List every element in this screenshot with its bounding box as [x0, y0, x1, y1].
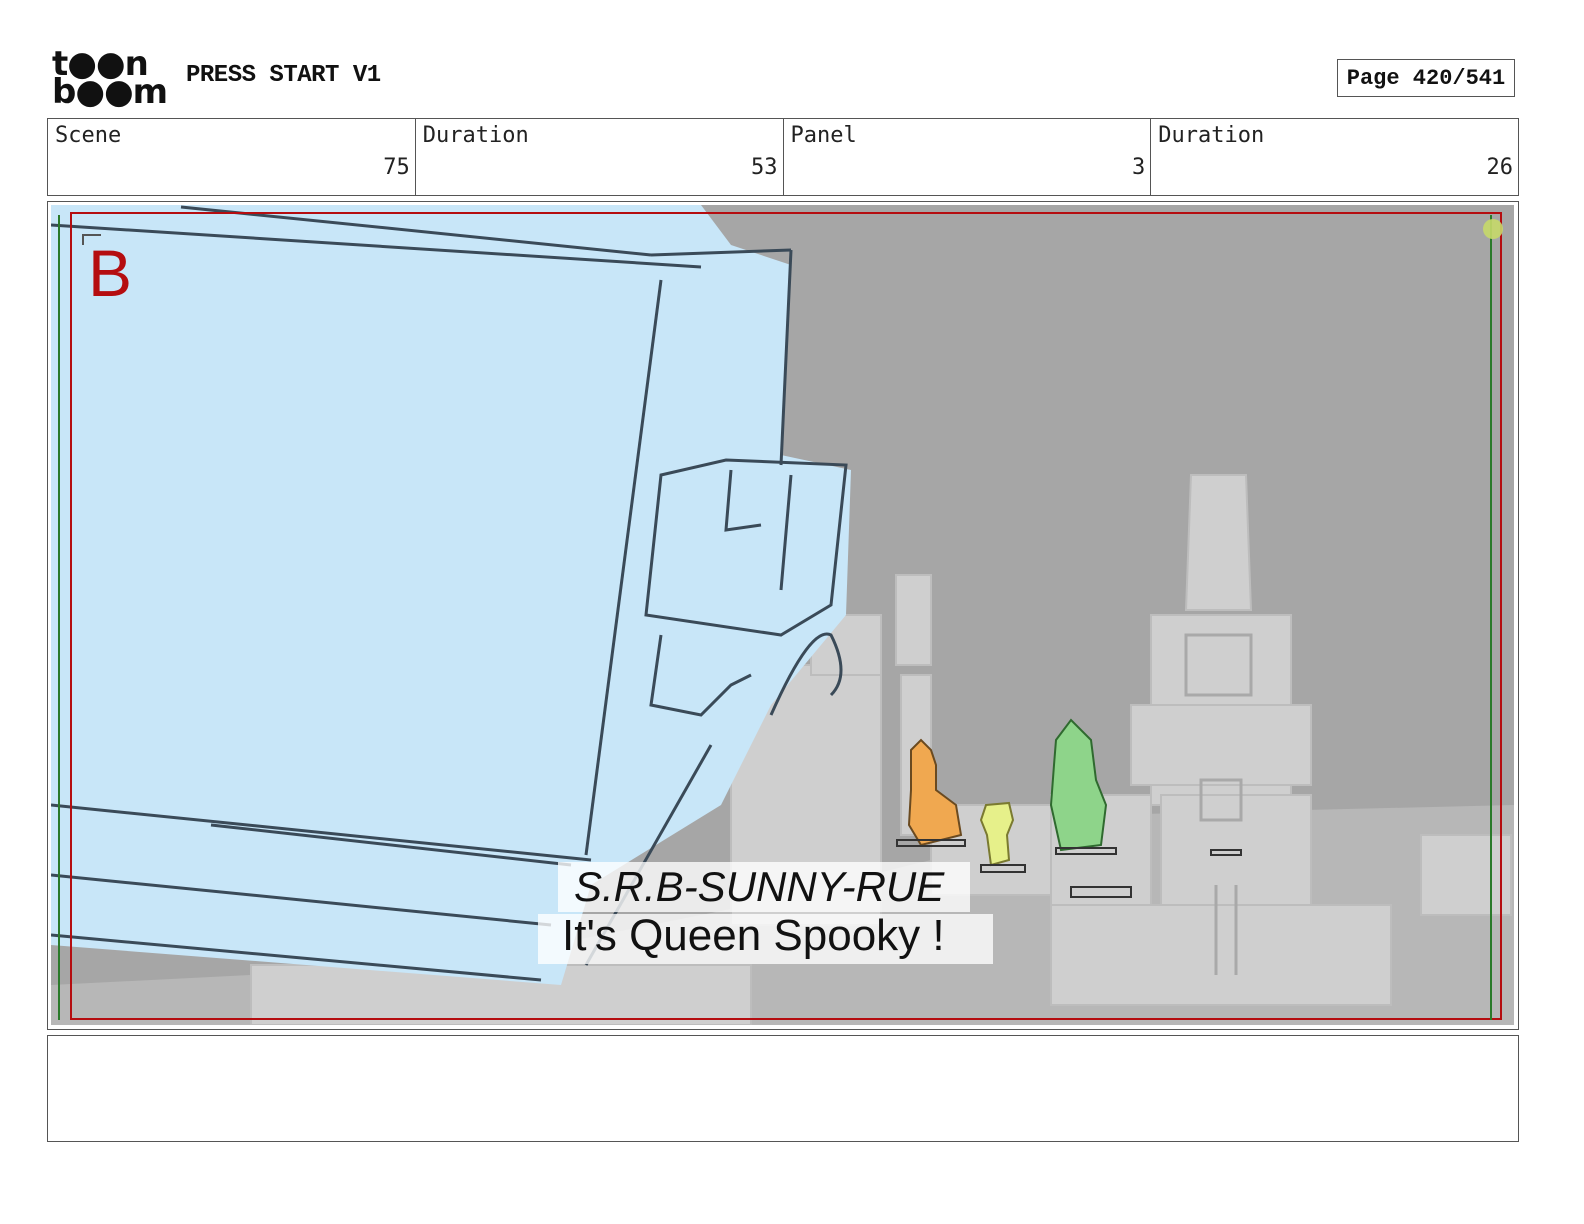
- project-title: PRESS START V1: [186, 62, 381, 89]
- scene-duration-value: 53: [751, 155, 778, 180]
- scene-duration-label: Duration: [422, 123, 529, 148]
- panel-notes-box[interactable]: [47, 1035, 1519, 1142]
- scene-value: 75: [383, 155, 410, 180]
- corner-marker-dot: [1483, 219, 1503, 239]
- scene-info-table: Scene 75 Duration 53 Panel 3 Duration 26: [47, 118, 1519, 196]
- dialogue-line: It's Queen Spooky !: [538, 914, 993, 964]
- panel-value: 3: [1132, 155, 1146, 180]
- panel-duration-cell: Duration 26: [1151, 119, 1518, 195]
- scene-cell: Scene 75: [48, 119, 416, 195]
- scene-label: Scene: [55, 123, 122, 148]
- dialogue-speaker: S.R.B-SUNNY-RUE: [558, 862, 971, 912]
- page-indicator: Page 420/541: [1337, 59, 1515, 97]
- panel-cell: Panel 3: [784, 119, 1152, 195]
- panel-duration-value: 26: [1486, 155, 1514, 180]
- panel-label: Panel: [790, 123, 857, 148]
- toonboom-logo: t●●n b●●m: [52, 47, 168, 112]
- storyboard-panel: B S.R.B-SUNNY-RUE It's Queen Spooky !: [47, 201, 1519, 1030]
- panel-duration-label: Duration: [1158, 123, 1265, 148]
- logo-line-2: b●●m: [52, 72, 168, 112]
- panel-marker-label: B: [88, 236, 133, 310]
- scene-duration-cell: Duration 53: [416, 119, 784, 195]
